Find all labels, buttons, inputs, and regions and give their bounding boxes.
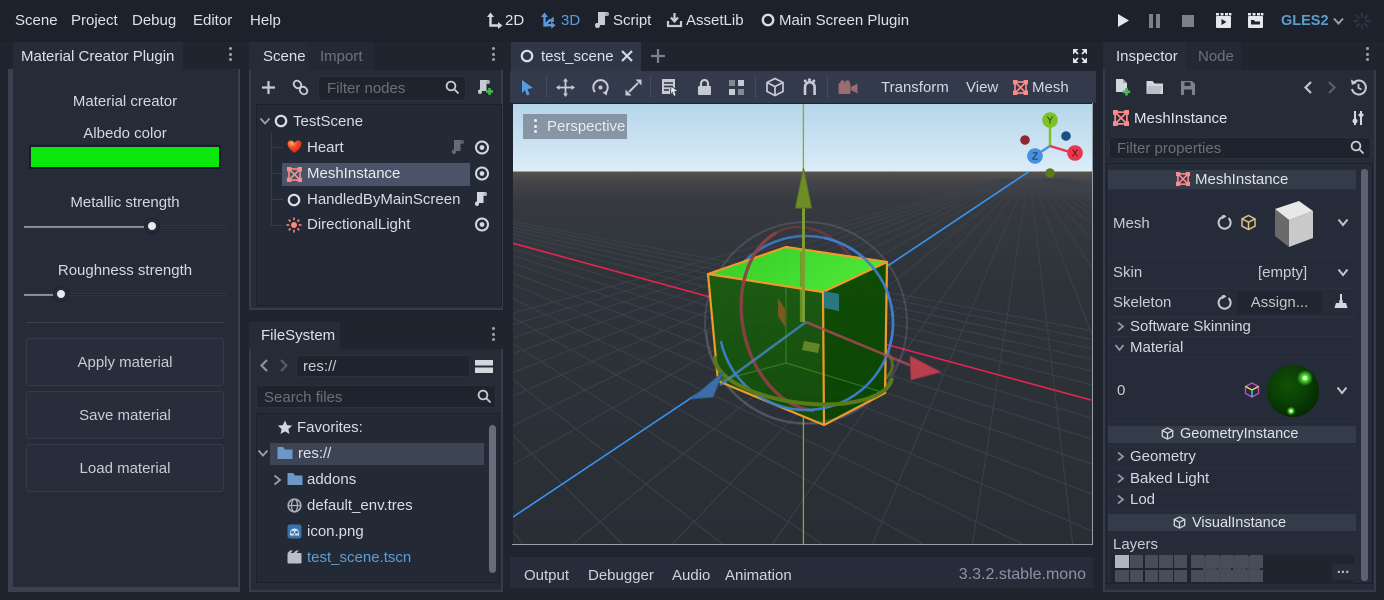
svg-text:Z: Z [1032,152,1038,163]
svg-text:Y: Y [1047,116,1054,127]
svg-text:X: X [1072,149,1079,160]
